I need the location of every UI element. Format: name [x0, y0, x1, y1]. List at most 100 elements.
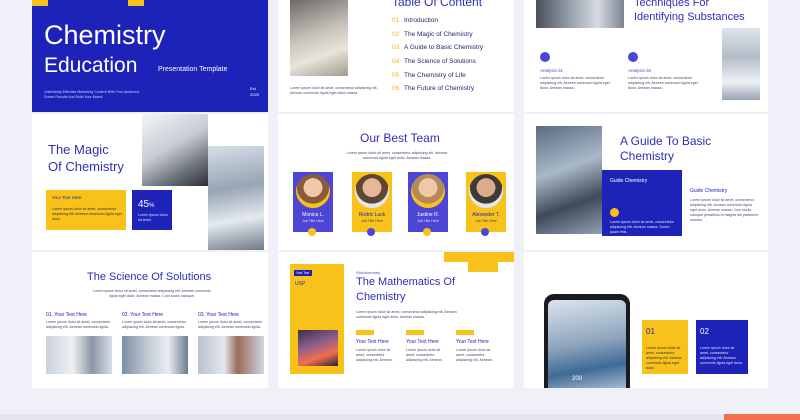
bottom-accent-bar	[724, 414, 800, 420]
slide-cover[interactable]: Chemistry Education Presentation Templat…	[32, 0, 268, 112]
avatar	[355, 174, 389, 208]
slide-science-solutions[interactable]: The Science Of Solutions Lorem ipsum dol…	[32, 252, 268, 388]
toc-label: The Chemistry of Life	[404, 71, 466, 79]
microscope-photo	[142, 114, 208, 186]
flask-icon	[540, 52, 550, 62]
techniques-title-1: Techniques For	[634, 0, 710, 9]
mathematics-title-2: Chemistry	[356, 291, 406, 303]
member-name: Alexander T.	[472, 212, 500, 218]
slide-guide-basic[interactable]: A Guide To Basic Chemistry Guide Chemist…	[524, 114, 768, 250]
plus-icon[interactable]	[481, 228, 489, 236]
column-marker	[406, 330, 424, 335]
column-label: 03. Your Text Here	[198, 312, 240, 318]
yellow-accent	[468, 262, 498, 272]
plus-icon[interactable]	[367, 228, 375, 236]
toc-item[interactable]: 06 The Future of Chemistry	[392, 85, 510, 99]
toc-number: 03	[392, 44, 400, 52]
number-box-2-label: 02	[700, 327, 709, 336]
member-role: Job Title Here	[475, 219, 497, 223]
guide-side-title: Guide Chemistry	[690, 188, 728, 194]
lab-photo	[46, 336, 112, 374]
column-label: Your Text Here	[456, 339, 489, 345]
flask-icon	[610, 208, 619, 217]
toc-number: 01	[392, 17, 400, 24]
slide-team[interactable]: Our Best Team Lorem ipsum dolor sit amet…	[278, 114, 514, 250]
plus-icon[interactable]	[308, 228, 316, 236]
column-label: Your Text Here	[356, 339, 389, 345]
usp-label: USP	[295, 281, 306, 287]
toc-item[interactable]: 02 The Magic of Chemistry	[392, 31, 510, 45]
toc-label: The Magic of Chemistry	[404, 30, 473, 38]
analysis-label-1: Analysis 01	[540, 68, 564, 73]
stat-body: Lorem ipsum dolor sit amet.	[138, 213, 168, 222]
cover-tagline: Unlimitedly Effective Marketing Content …	[44, 90, 140, 99]
lab-photo	[198, 336, 264, 374]
kicker: Stoichiometry	[356, 270, 381, 275]
member-name: Monica L.	[302, 212, 324, 218]
atom-icon	[628, 52, 638, 62]
instrument-photo	[722, 28, 760, 100]
toc-number: 05	[392, 71, 400, 79]
column-body: Lorem ipsum dolor sit amet, consectetur …	[46, 320, 110, 329]
toc-item[interactable]: 03 A Guide to Basic Chemistry	[392, 44, 510, 58]
guide-title-2: Chemistry	[620, 149, 675, 163]
stat-box	[132, 190, 172, 230]
avatar	[411, 174, 445, 208]
column-label: Your Text Here	[406, 339, 439, 345]
slide-table-of-content[interactable]: Lorem ipsum dolor sit amet, consectetur …	[278, 0, 514, 112]
pipette-photo	[208, 146, 264, 250]
member-name: Justine R.	[416, 212, 440, 218]
column-body: Lorem ipsum dolor sit amet, consectetur …	[122, 320, 186, 329]
slide-magic-of-chemistry[interactable]: The Magic Of Chemistry Your Text Here Lo…	[32, 114, 268, 250]
toc-caption: Lorem ipsum dolor sit amet, consectetur …	[290, 86, 378, 95]
text-box-body: Lorem ipsum dolor sit amet, consectetur …	[52, 207, 122, 221]
phone-notch	[574, 296, 600, 300]
column-body: Lorem ipsum dolor sit amet, consectetur …	[406, 348, 443, 362]
toc-label: Introduction	[404, 17, 438, 24]
yellow-accent	[32, 0, 48, 6]
yellow-accent	[444, 252, 514, 262]
cover-est-year: 2025	[250, 92, 259, 97]
phone-screen-value: 200	[572, 376, 583, 382]
column-body: Lorem ipsum dolor sit amet, consectetur …	[356, 348, 393, 362]
lab-photo	[298, 330, 338, 366]
plus-icon[interactable]	[423, 228, 431, 236]
solutions-title: The Science Of Solutions	[87, 271, 212, 283]
member-role: Job Title Here	[302, 219, 324, 223]
toc-label: The Science of Solutions	[404, 58, 476, 66]
column-body: Lorem ipsum dolor sit amet, consectetur …	[198, 320, 262, 329]
stat-value: 45%	[138, 199, 155, 210]
lab-photo	[122, 336, 188, 374]
toc-label: The Future of Chemistry	[404, 85, 475, 93]
toc-item[interactable]: 01 Introduction	[392, 17, 510, 31]
mathematics-caption: Lorem ipsum dolor sit amet, consectetur …	[356, 310, 457, 319]
bottom-accent-bar	[0, 414, 724, 420]
phone-screen-photo	[548, 300, 626, 388]
toc-title: Table Of Content	[392, 0, 483, 9]
guide-title-1: A Guide To Basic	[620, 134, 712, 148]
team-caption: Lorem ipsum dolor sit amet, consectetur …	[346, 151, 448, 160]
slide-mathematics[interactable]: Your Text USP Stoichiometry The Mathemat…	[278, 252, 514, 388]
toc-number: 04	[392, 58, 400, 66]
cover-title-2: Education	[44, 54, 138, 77]
cover-title-1: Chemistry	[44, 20, 166, 50]
slide-techniques[interactable]: Techniques For Identifying Substances An…	[524, 0, 768, 112]
cover-est-label: Est	[250, 86, 256, 91]
column-marker	[456, 330, 474, 335]
lab-photo	[290, 0, 348, 76]
tag-label: Your Text	[296, 271, 310, 275]
toc-item[interactable]: 05 The Chemistry of Life	[392, 72, 510, 86]
guide-card-body: Lorem ipsum dolor sit amet, consectetur …	[610, 220, 674, 234]
team-title: Our Best Team	[360, 131, 440, 145]
analysis-body-1: Lorem ipsum dolor sit amet, consectetur …	[540, 76, 610, 90]
toc-item[interactable]: 04 The Science of Solutions	[392, 58, 510, 72]
analysis-label-2: Analysis 02	[628, 68, 652, 73]
member-role: Job Title Here	[361, 219, 383, 223]
column-label: 01. Your Text Here	[46, 312, 88, 318]
avatar	[296, 174, 330, 208]
slide-phone-mockup[interactable]: 200 01 02 Lorem ipsum dolor sit amet, co…	[524, 252, 768, 388]
member-name: Rodric Luck	[358, 212, 386, 218]
guide-side-body: Lorem ipsum dolor sit amet, consectetur …	[690, 198, 758, 222]
guide-card-title: Guide Chemistry	[610, 178, 648, 184]
number-box-1-body: Lorem ipsum dolor sit amet, consectetur …	[646, 346, 682, 370]
